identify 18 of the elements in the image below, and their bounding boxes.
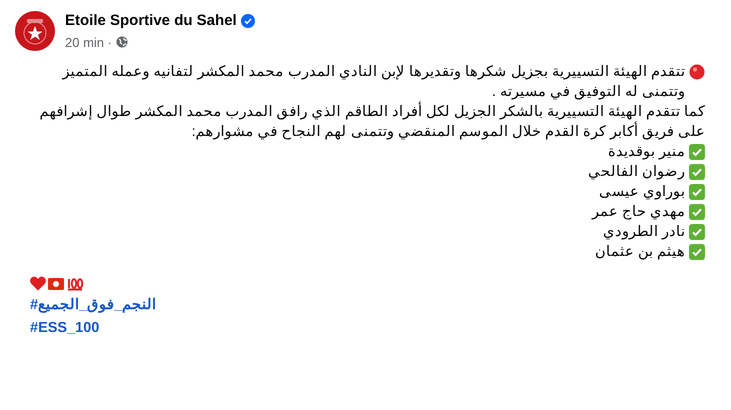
staff-name: بوراوي عيسى <box>598 183 685 202</box>
staff-name: مهدي حاج عمر <box>592 203 685 222</box>
heart-icon <box>30 276 46 291</box>
author-name[interactable]: Etoile Sportive du Sahel <box>65 10 237 32</box>
circle-icon <box>689 64 705 80</box>
staff-name: منير بوقديدة <box>608 143 685 162</box>
hundred-points-icon <box>66 276 84 290</box>
post-time[interactable]: 20 min · <box>65 32 112 52</box>
club-logo[interactable] <box>15 11 55 51</box>
hashtag-link[interactable]: #النجم_فوق_الجميع <box>30 294 156 317</box>
hashtag-link[interactable]: #ESS_100 <box>30 317 100 340</box>
globe-icon[interactable] <box>116 36 128 48</box>
post-paragraph: كما تتقدم الهيئة التسييرية بالشكر الجزيل لكل أفراد الطاقم الذي رافق المدرب محمد المكشر طوال إشرافهم على فريق أكابر كرة القدم خلال الموسم المنقضي وتتمنى لهم النجاح في مشوارهم: <box>26 102 705 142</box>
staff-name: هيثم بن عثمان <box>594 243 685 262</box>
flag-icon <box>48 278 64 290</box>
staff-name: رضوان الفالحي <box>588 163 685 182</box>
staff-name: نادر الطرودي <box>602 223 685 242</box>
post-paragraph: تتقدم الهيئة التسييرية بجزيل شكرها وتقديرها لإبن النادي المدرب محمد المكشر لتفانيه وعمله المتميز وتتمنى له التوفيق في مسيرته . <box>60 63 685 102</box>
